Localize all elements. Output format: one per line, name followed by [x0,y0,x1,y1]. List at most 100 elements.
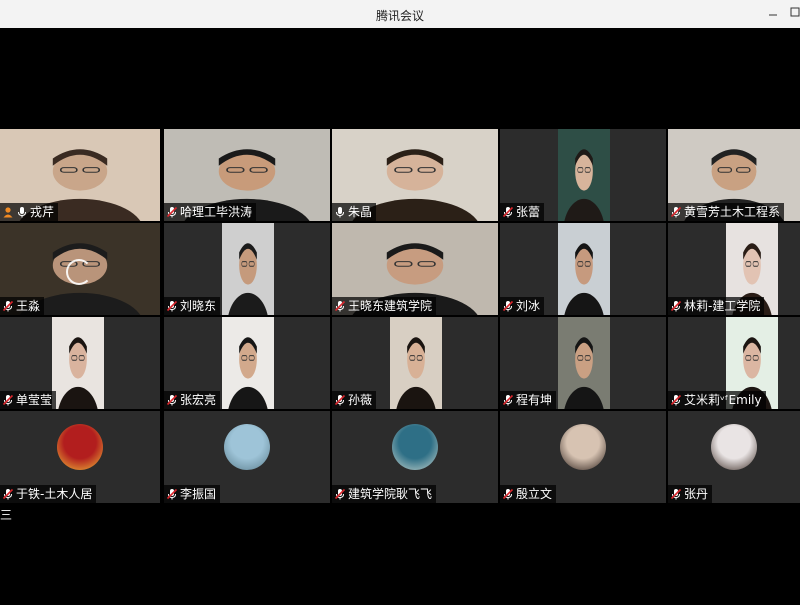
participant-avatar [224,424,270,470]
participant-avatar [57,424,103,470]
host-user-icon [2,206,14,218]
maximize-icon [790,7,800,17]
participant-name-label: 黄雪芳土木工程系 [668,203,785,221]
participant-name: 孙薇 [348,393,373,407]
participant-name: 单莹莹 [16,393,53,407]
participant-tile[interactable]: 李振国 [164,411,330,503]
mic-muted-icon [670,206,682,218]
mic-muted-icon [2,488,14,500]
participant-tile[interactable]: 殷立文 [500,411,666,503]
side-menu-button[interactable]: 三 [0,507,14,523]
participant-video [52,317,104,409]
participant-tile[interactable]: 张宏亮 [164,317,330,409]
participant-tile[interactable]: 单莹莹 [0,317,160,409]
participant-name: 张宏亮 [180,393,217,407]
participant-name: 艾米莉ᵛᶠEmily [684,393,762,407]
title-bar: 腾讯会议 [0,0,800,29]
participant-name: 黄雪芳土木工程系 [684,205,781,219]
participant-tile[interactable]: 于铁-土木人居 [0,411,160,503]
mic-muted-icon [502,488,514,500]
participant-name: 戎芹 [30,205,55,219]
mic-muted-icon [334,488,346,500]
participant-name-label: 朱晶 [332,203,377,221]
participant-name-label: 单莹莹 [0,391,57,409]
mic-muted-icon [2,300,14,312]
participant-name-label: 艾米莉ᵛᶠEmily [668,391,766,409]
participant-name: 建筑学院耿飞飞 [348,487,433,501]
participant-name: 于铁-土木人居 [16,487,93,501]
mic-muted-icon [2,394,14,406]
participant-video [222,223,274,315]
participant-video [390,317,442,409]
participant-name: 张蕾 [516,205,541,219]
participant-name-label: 刘冰 [500,297,545,315]
participant-video [222,317,274,409]
participant-name: 刘冰 [516,299,541,313]
participant-tile[interactable]: 建筑学院耿飞飞 [332,411,498,503]
mic-muted-icon [166,394,178,406]
participant-name-label: 殷立文 [500,485,557,503]
participant-tile[interactable]: 程有坤 [500,317,666,409]
mic-muted-icon [166,300,178,312]
loading-spinner-icon [66,259,92,285]
participant-name: 王晓东建筑学院 [348,299,433,313]
participant-tile[interactable]: 张蕾 [500,129,666,221]
participant-tile[interactable]: 王淼 [0,223,160,315]
participant-name: 林莉-建工学院 [684,299,761,313]
mic-muted-icon [670,488,682,500]
participant-name-label: 李振国 [164,485,221,503]
participant-tile[interactable]: 黄雪芳土木工程系 [668,129,800,221]
mic-muted-icon [502,206,514,218]
participant-avatar [392,424,438,470]
mic-muted-icon [334,394,346,406]
mic-muted-icon [502,300,514,312]
participant-name-label: 林莉-建工学院 [668,297,765,315]
window-title: 腾讯会议 [375,9,424,23]
participant-name-label: 程有坤 [500,391,557,409]
minimize-icon [769,14,777,16]
participant-tile[interactable]: 朱晶 [332,129,498,221]
participant-name: 王淼 [16,299,41,313]
participant-video [558,223,610,315]
mic-muted-icon [166,488,178,500]
participant-tile[interactable]: 王晓东建筑学院 [332,223,498,315]
participant-tile[interactable]: 刘冰 [500,223,666,315]
participant-name-label: 孙薇 [332,391,377,409]
participant-name: 程有坤 [516,393,553,407]
participant-name-label: 王晓东建筑学院 [332,297,437,315]
participant-tile[interactable]: 林莉-建工学院 [668,223,800,315]
mic-muted-icon [166,206,178,218]
participant-avatar [711,424,757,470]
participant-tile[interactable]: 哈理工毕洪涛 [164,129,330,221]
participant-tile[interactable]: 戎芹 [0,129,160,221]
participant-name: 张丹 [684,487,709,501]
participant-name: 刘晓东 [180,299,217,313]
participant-name-label: 建筑学院耿飞飞 [332,485,437,503]
participant-name-label: 刘晓东 [164,297,221,315]
participant-name-label: 张宏亮 [164,391,221,409]
participant-name-label: 哈理工毕洪涛 [164,203,257,221]
mic-muted-icon [670,300,682,312]
participant-name-label: 王淼 [0,297,45,315]
maximize-button[interactable] [786,4,800,22]
participant-name-label: 戎芹 [0,203,59,221]
participant-tile[interactable]: 孙薇 [332,317,498,409]
participant-name: 哈理工毕洪涛 [180,205,253,219]
participant-tile[interactable]: 张丹 [668,411,800,503]
participant-video [558,129,610,221]
participant-name-label: 张蕾 [500,203,545,221]
participant-tile[interactable]: 刘晓东 [164,223,330,315]
participant-name-label: 张丹 [668,485,713,503]
mic-muted-icon [502,394,514,406]
participant-video [558,317,610,409]
mic-on-icon [334,206,346,218]
mic-muted-icon [670,394,682,406]
mic-muted-icon [334,300,346,312]
participant-name-label: 于铁-土木人居 [0,485,97,503]
participant-tile[interactable]: 艾米莉ᵛᶠEmily [668,317,800,409]
participant-name: 李振国 [180,487,217,501]
participant-avatar [560,424,606,470]
meeting-stage: 戎芹 哈理工毕洪涛 朱晶 张蕾 黄雪芳土木工程系王淼 刘晓东 王晓东建筑学院 刘冰 林莉-建工学… [0,28,800,605]
participant-name: 朱晶 [348,205,373,219]
minimize-button[interactable] [764,4,782,22]
